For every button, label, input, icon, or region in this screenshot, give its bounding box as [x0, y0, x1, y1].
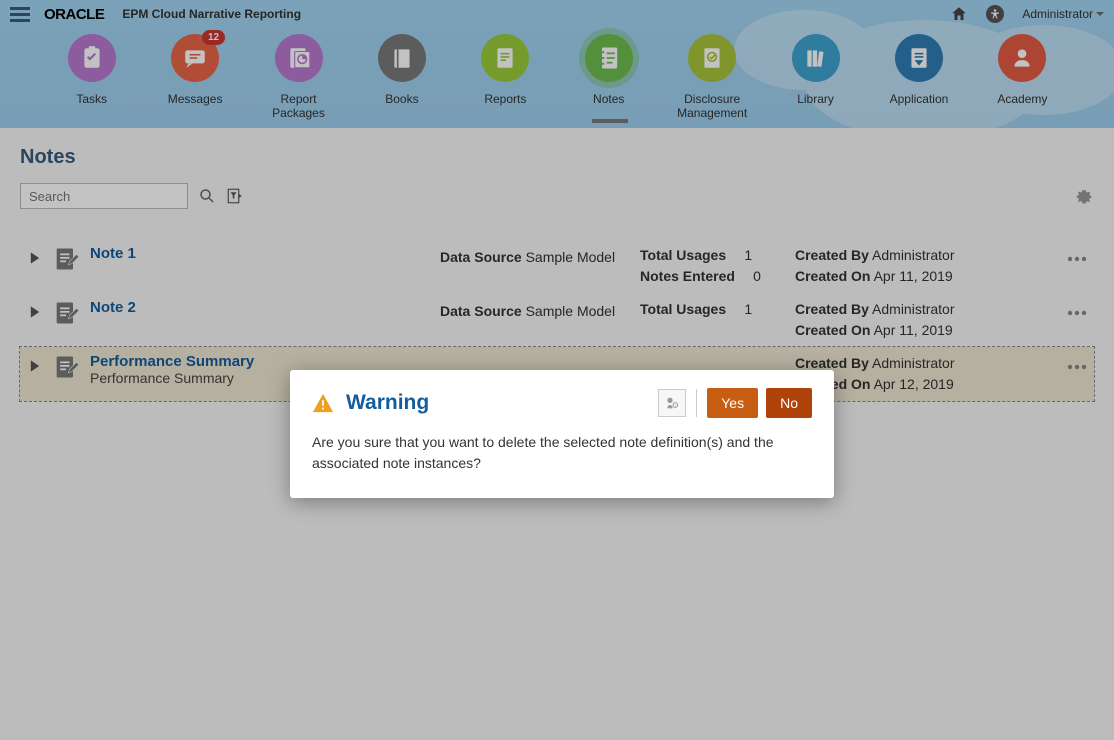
divider [696, 389, 697, 417]
dialog-title: Warning [346, 391, 429, 415]
yes-button[interactable]: Yes [707, 388, 758, 418]
no-button[interactable]: No [766, 388, 812, 418]
warning-icon [312, 392, 334, 414]
warning-dialog: Warning ? Yes No Are you sure that you w… [290, 370, 834, 498]
dialog-pin-button[interactable]: ? [658, 389, 686, 417]
dialog-body: Are you sure that you want to delete the… [312, 432, 812, 474]
